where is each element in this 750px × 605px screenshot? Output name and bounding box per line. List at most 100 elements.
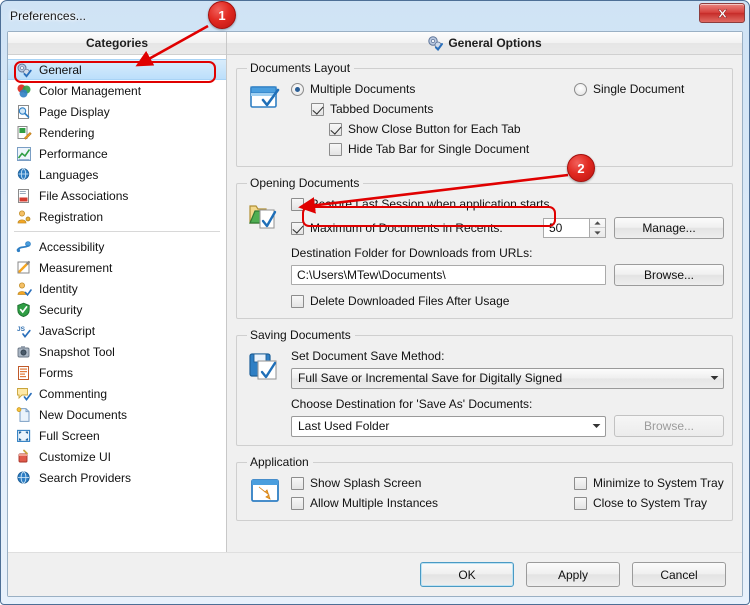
sidebar-item-label: Commenting bbox=[39, 386, 108, 401]
sidebar-item-snapshot-tool[interactable]: Snapshot Tool bbox=[8, 341, 226, 362]
single-document-row[interactable]: Single Document bbox=[574, 79, 684, 99]
show-close-button-checkbox[interactable] bbox=[329, 122, 342, 136]
browse-downloads-button[interactable]: Browse... bbox=[614, 264, 724, 286]
gears-check-icon bbox=[16, 62, 32, 78]
ruler-pencil-icon bbox=[16, 260, 32, 276]
minimize-tray-row[interactable]: Minimize to System Tray bbox=[574, 473, 724, 493]
allow-multiple-checkbox[interactable] bbox=[291, 496, 304, 510]
delete-downloaded-label: Delete Downloaded Files After Usage bbox=[310, 294, 510, 308]
sidebar-item-rendering[interactable]: Rendering bbox=[8, 122, 226, 143]
sidebar-item-general[interactable]: General bbox=[8, 59, 226, 80]
show-close-button-label: Show Close Button for Each Tab bbox=[348, 122, 521, 136]
sidebar-item-label: Forms bbox=[39, 365, 73, 380]
sidebar-item-javascript[interactable]: JS JavaScript bbox=[8, 320, 226, 341]
sidebar-item-label: Rendering bbox=[39, 125, 95, 140]
multiple-documents-row[interactable]: Multiple Documents bbox=[291, 79, 574, 99]
javascript-icon: JS bbox=[16, 323, 32, 339]
delete-downloaded-row[interactable]: Delete Downloaded Files After Usage bbox=[291, 291, 724, 311]
close-button[interactable] bbox=[699, 3, 745, 23]
new-document-icon bbox=[16, 406, 32, 423]
sidebar-item-label: JavaScript bbox=[39, 323, 96, 338]
save-as-label: Choose Destination for 'Save As' Documen… bbox=[291, 397, 533, 411]
sidebar-item-new-documents[interactable]: New Documents bbox=[8, 404, 226, 425]
delete-downloaded-checkbox[interactable] bbox=[291, 294, 304, 308]
sidebar-item-label: Registration bbox=[39, 209, 104, 224]
stepper-up-icon[interactable] bbox=[590, 219, 605, 228]
sidebar-item-search-providers[interactable]: Search Providers bbox=[8, 467, 226, 488]
manage-button[interactable]: Manage... bbox=[614, 217, 724, 239]
close-tray-row[interactable]: Close to System Tray bbox=[574, 493, 724, 513]
tabbed-documents-label: Tabbed Documents bbox=[330, 102, 434, 116]
sidebar-item-measurement[interactable]: Measurement bbox=[8, 257, 226, 278]
color-spheres-icon bbox=[16, 83, 32, 99]
save-method-value: Full Save or Incremental Save for Digita… bbox=[298, 371, 563, 385]
chevron-down-icon bbox=[706, 375, 723, 381]
options-header: General Options bbox=[227, 32, 742, 55]
comment-check-icon bbox=[16, 386, 32, 402]
max-recents-input[interactable]: 50 bbox=[543, 218, 589, 238]
dialog-client-area: Categories General Color Management Page D… bbox=[7, 31, 743, 597]
destination-folder-input[interactable]: C:\Users\MTew\Documents\ bbox=[291, 265, 606, 285]
page-pencil-icon bbox=[16, 125, 32, 141]
close-tray-checkbox[interactable] bbox=[574, 496, 587, 510]
sidebar-item-color-management[interactable]: Color Management bbox=[8, 80, 226, 101]
tabbed-documents-row[interactable]: Tabbed Documents bbox=[311, 99, 724, 119]
multiple-documents-label: Multiple Documents bbox=[310, 82, 416, 96]
max-recents-stepper[interactable] bbox=[589, 218, 606, 238]
save-method-row[interactable]: Full Save or Incremental Save for Digita… bbox=[291, 366, 724, 390]
categories-pane: Categories General Color Management Page D… bbox=[8, 32, 227, 552]
sidebar-item-file-associations[interactable]: File Associations bbox=[8, 185, 226, 206]
application-legend: Application bbox=[250, 455, 309, 469]
categories-list[interactable]: General Color Management Page Display Rende… bbox=[8, 55, 226, 552]
opening-documents-group: Opening Documents Restore Last Session w… bbox=[236, 176, 733, 319]
single-document-radio[interactable] bbox=[574, 82, 587, 96]
hide-tab-bar-checkbox[interactable] bbox=[329, 142, 342, 156]
options-body: Documents Layout Multiple Documents Sing… bbox=[227, 55, 742, 530]
sidebar-item-full-screen[interactable]: Full Screen bbox=[8, 425, 226, 446]
minimize-tray-checkbox[interactable] bbox=[574, 476, 587, 490]
apply-button[interactable]: Apply bbox=[526, 562, 620, 587]
destination-row[interactable]: C:\Users\MTew\Documents\ Browse... bbox=[291, 263, 724, 287]
restore-last-session-checkbox[interactable] bbox=[291, 197, 304, 211]
sidebar-item-label: Identity bbox=[39, 281, 78, 296]
save-as-select[interactable]: Last Used Folder bbox=[291, 415, 606, 437]
show-close-button-row[interactable]: Show Close Button for Each Tab bbox=[329, 119, 724, 139]
save-as-row[interactable]: Last Used Folder Browse... bbox=[291, 414, 724, 438]
categories-header: Categories bbox=[8, 32, 226, 55]
save-as-label-row: Choose Destination for 'Save As' Documen… bbox=[291, 394, 724, 414]
gears-check-icon bbox=[427, 35, 444, 52]
chevron-down-icon bbox=[588, 423, 605, 429]
sidebar-item-customize-ui[interactable]: Customize UI bbox=[8, 446, 226, 467]
max-recents-checkbox[interactable] bbox=[291, 221, 304, 235]
allow-multiple-row[interactable]: Allow Multiple Instances bbox=[291, 493, 574, 513]
multiple-documents-radio[interactable] bbox=[291, 82, 304, 96]
sidebar-item-label: General bbox=[39, 62, 82, 77]
allow-multiple-label: Allow Multiple Instances bbox=[310, 496, 439, 510]
hide-tab-bar-row[interactable]: Hide Tab Bar for Single Document bbox=[329, 139, 724, 159]
cancel-button[interactable]: Cancel bbox=[632, 562, 726, 587]
sidebar-item-forms[interactable]: Forms bbox=[8, 362, 226, 383]
tabbed-documents-checkbox[interactable] bbox=[311, 102, 324, 116]
show-splash-row[interactable]: Show Splash Screen bbox=[291, 473, 574, 493]
sidebar-item-page-display[interactable]: Page Display bbox=[8, 101, 226, 122]
single-document-label: Single Document bbox=[593, 82, 685, 96]
shield-check-icon bbox=[16, 302, 32, 318]
stepper-down-icon[interactable] bbox=[590, 228, 605, 237]
ok-button[interactable]: OK bbox=[420, 562, 514, 587]
documents-layout-group: Documents Layout Multiple Documents Sing… bbox=[236, 61, 733, 167]
sidebar-item-accessibility[interactable]: Accessibility bbox=[8, 236, 226, 257]
browse-save-as-button: Browse... bbox=[614, 415, 724, 437]
show-splash-checkbox[interactable] bbox=[291, 476, 304, 490]
max-recents-row[interactable]: Maximum of Documents in Recents: 50 Mana… bbox=[291, 216, 724, 240]
sidebar-item-identity[interactable]: Identity bbox=[8, 278, 226, 299]
sidebar-item-languages[interactable]: Languages bbox=[8, 164, 226, 185]
sidebar-item-label: File Associations bbox=[39, 188, 129, 203]
sidebar-item-registration[interactable]: Registration bbox=[8, 206, 226, 227]
minimize-tray-label: Minimize to System Tray bbox=[593, 476, 724, 490]
categories-header-label: Categories bbox=[85, 36, 149, 50]
sidebar-item-security[interactable]: Security bbox=[8, 299, 226, 320]
restore-last-session-row[interactable]: Restore Last Session when application st… bbox=[291, 194, 724, 214]
sidebar-item-commenting[interactable]: Commenting bbox=[8, 383, 226, 404]
sidebar-item-performance[interactable]: Performance bbox=[8, 143, 226, 164]
save-method-select[interactable]: Full Save or Incremental Save for Digita… bbox=[291, 367, 724, 389]
